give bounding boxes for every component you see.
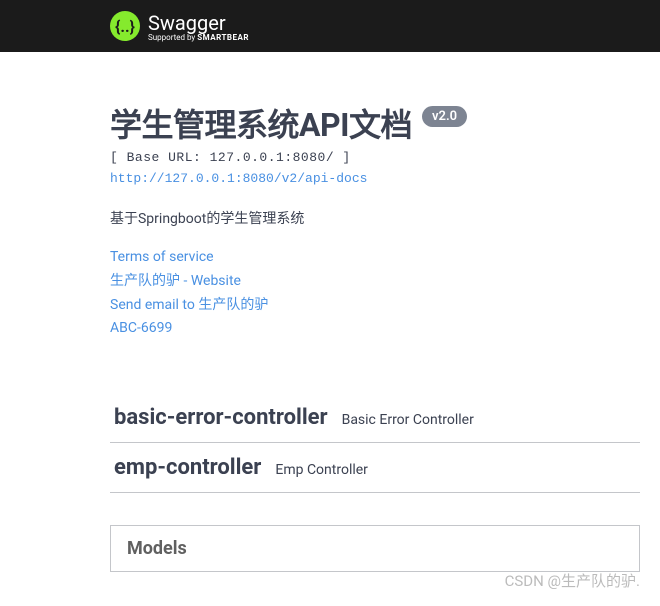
info-links: Terms of service 生产队的驴 - Website Send em… [110, 246, 640, 341]
supported-prefix: Supported by [148, 33, 197, 42]
tag-name: emp-controller [114, 455, 261, 480]
version-badge: v2.0 [422, 106, 467, 127]
tag-basic-error-controller[interactable]: basic-error-controller Basic Error Contr… [110, 393, 640, 443]
tag-description: Basic Error Controller [342, 412, 474, 428]
base-url: [ Base URL: 127.0.0.1:8080/ ] [110, 150, 640, 165]
license-link[interactable]: ABC-6699 [110, 317, 640, 341]
watermark: CSDN @生产队的驴. [505, 570, 640, 591]
api-description: 基于Springboot的学生管理系统 [110, 208, 640, 228]
swagger-logo[interactable]: {..} Swagger Supported by SMARTBEAR [110, 11, 249, 42]
tag-name: basic-error-controller [114, 405, 328, 430]
api-title: 学生管理系统API文档 [110, 100, 412, 146]
contact-email-link[interactable]: Send email to 生产队的驴 [110, 294, 640, 318]
logo-text-block: Swagger Supported by SMARTBEAR [148, 11, 249, 42]
title-row: 学生管理系统API文档 v2.0 [110, 100, 640, 146]
models-heading: Models [127, 538, 623, 559]
api-docs-link[interactable]: http://127.0.0.1:8080/v2/api-docs [110, 171, 367, 186]
swagger-icon: {..} [110, 11, 140, 41]
brand-text: Swagger [148, 11, 226, 35]
main-content: 学生管理系统API文档 v2.0 [ Base URL: 127.0.0.1:8… [0, 52, 660, 572]
tag-description: Emp Controller [275, 462, 368, 478]
terms-of-service-link[interactable]: Terms of service [110, 246, 640, 270]
contact-website-link[interactable]: 生产队的驴 - Website [110, 270, 640, 294]
tag-emp-controller[interactable]: emp-controller Emp Controller [110, 443, 640, 493]
models-section[interactable]: Models [110, 525, 640, 572]
tags-list: basic-error-controller Basic Error Contr… [110, 393, 640, 493]
supported-by: Supported by SMARTBEAR [148, 33, 249, 42]
topbar: {..} Swagger Supported by SMARTBEAR [0, 0, 660, 52]
supported-brand: SMARTBEAR [197, 33, 249, 42]
